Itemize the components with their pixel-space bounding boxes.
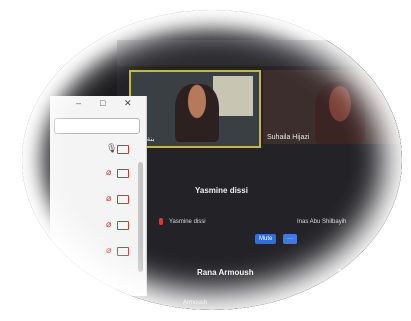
participant-name: Aseel S [337, 268, 366, 277]
video-off-icon[interactable] [117, 247, 129, 256]
video-off-icon[interactable] [117, 169, 129, 178]
mic-muted-icon[interactable]: ⌀ [106, 245, 111, 256]
video-off-icon[interactable] [117, 221, 129, 230]
video-off-icon[interactable] [117, 195, 129, 204]
more-button[interactable]: ··· [283, 234, 297, 244]
participants-panel: – □ ✕ 🎙 ⌀ ⌀ ⌀ ⌀ [50, 96, 147, 296]
muted-mic-icon [159, 218, 163, 225]
participant-row[interactable]: ⌀ [106, 218, 142, 232]
search-input[interactable] [54, 118, 140, 134]
mic-muted-icon[interactable]: ⌀ [106, 219, 111, 230]
participant-name: Armoush [183, 300, 208, 306]
photo-frame: بنة تابغ Suhaila Hijazi Yasmine dissi Ya… [22, 10, 402, 310]
participant-name: Yasmine dissi [169, 219, 206, 225]
mic-icon[interactable]: 🎙 [106, 143, 117, 154]
window-title-bar: – □ ✕ [50, 96, 146, 114]
meeting-top-strip [117, 40, 402, 66]
tile-name-label: Suhaila Hijazi [267, 134, 310, 141]
zoom-meeting-window: بنة تابغ Suhaila Hijazi Yasmine dissi Ya… [117, 40, 402, 310]
mute-button[interactable]: Mute [255, 234, 277, 244]
participant-name: Inas Abu Shilbayih [297, 219, 347, 225]
close-button[interactable]: ✕ [124, 98, 132, 109]
video-off-icon[interactable] [117, 145, 129, 154]
participant-row[interactable]: 🎙 [106, 142, 142, 156]
video-tile[interactable]: Suhaila Hijazi [263, 70, 402, 144]
participant-name: Rana Armoush [197, 268, 254, 277]
participant-video [315, 82, 365, 144]
participant-row[interactable]: ⌀ [106, 166, 142, 180]
panel-scrollbar[interactable] [138, 162, 143, 272]
participant-row[interactable]: ⌀ [106, 244, 142, 258]
participant-row[interactable]: ⌀ [106, 192, 142, 206]
minimize-button[interactable]: – [76, 98, 81, 108]
background-window [213, 76, 253, 116]
video-tile-active[interactable]: بنة تابغ [129, 70, 261, 148]
featured-participant-name: Yasmine dissi [195, 186, 248, 195]
mic-muted-icon[interactable]: ⌀ [106, 167, 111, 178]
maximize-button[interactable]: □ [100, 98, 105, 108]
participant-video [175, 84, 219, 142]
mic-muted-icon[interactable]: ⌀ [106, 193, 111, 204]
